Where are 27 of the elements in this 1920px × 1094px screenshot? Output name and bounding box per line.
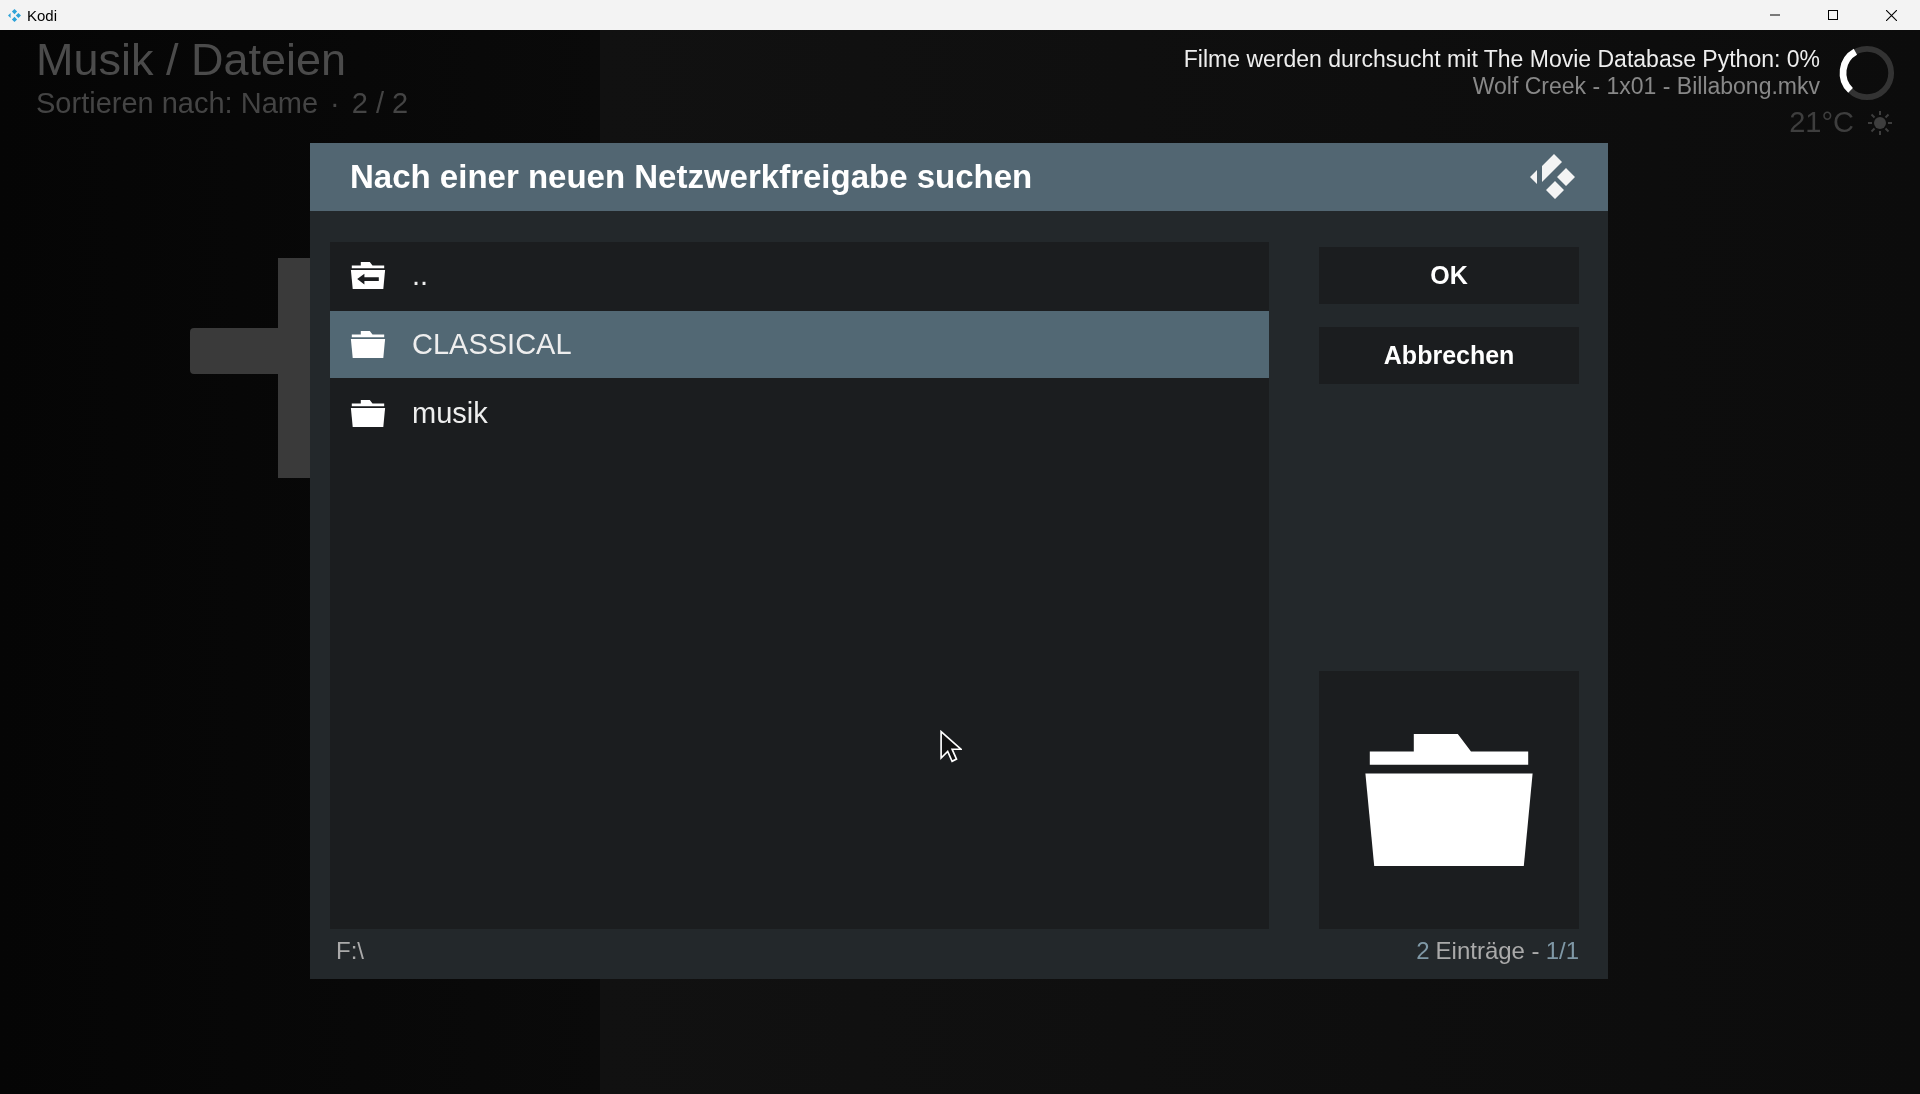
maximize-icon xyxy=(1828,10,1838,20)
close-icon xyxy=(1885,9,1897,21)
entry-label: Einträge - xyxy=(1435,937,1540,965)
entry-count: 2 xyxy=(1416,937,1430,965)
app-logo-icon xyxy=(1528,152,1578,202)
folder-icon xyxy=(350,331,386,358)
folder-icon xyxy=(350,400,386,427)
page-indicator: 1/1 xyxy=(1545,937,1579,965)
folder-back-icon xyxy=(350,262,386,289)
file-list-item[interactable]: CLASSICAL xyxy=(330,311,1270,378)
page-title: Musik / Dateien xyxy=(36,34,348,86)
dialog-title: Nach einer neuen Netzwerkfreigabe suchen xyxy=(350,158,1033,196)
sun-icon xyxy=(1868,110,1892,135)
mouse-pointer-icon xyxy=(940,730,962,764)
current-path: F:\ xyxy=(336,937,364,965)
sort-label: Sortieren nach: Name xyxy=(36,86,319,120)
separator-dot: · xyxy=(330,86,340,120)
app-logo-icon xyxy=(8,8,21,22)
scan-message: Filme werden durchsucht mit The Movie Database Python: 0% xyxy=(1183,46,1820,73)
item-count: 2 / 2 xyxy=(351,86,409,120)
file-list-item[interactable]: musik xyxy=(330,380,1270,447)
dialog-button[interactable]: OK xyxy=(1319,247,1579,304)
spinner-icon xyxy=(1838,44,1896,102)
scan-file: Wolf Creek - 1x01 - Billabong.mkv xyxy=(1472,73,1820,100)
dialog-button[interactable]: Abbrechen xyxy=(1319,327,1579,384)
file-list-item[interactable]: .. xyxy=(330,242,1270,309)
window-title: Kodi xyxy=(27,6,58,24)
